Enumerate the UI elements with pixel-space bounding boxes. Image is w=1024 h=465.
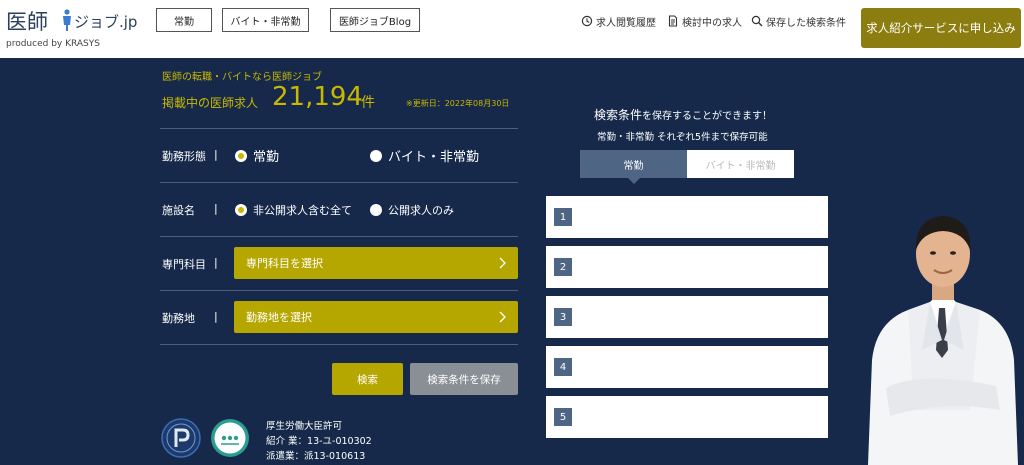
divider (160, 182, 518, 183)
nav-blog[interactable]: 医師ジョブBlog (330, 8, 420, 32)
license-line-1: 厚生労働大臣許可 (266, 421, 343, 432)
util-saved-search-link[interactable]: 保存した検索条件 (751, 14, 846, 29)
radio-dot (370, 149, 382, 162)
chevron-right-icon (499, 311, 506, 323)
doctor-photo (868, 216, 1018, 465)
specialty-select[interactable]: 専門科目を選択 (234, 247, 518, 279)
radio-fulltime[interactable]: 常勤 (235, 146, 279, 165)
search-section: 医師の転職・バイトなら医師ジョブ 掲載中の医師求人 21,194 件 ※更新日：… (0, 58, 1024, 465)
history-icon (581, 15, 593, 27)
divider (160, 290, 518, 291)
specialty-label: 専門科目 (162, 258, 206, 271)
separator: | (214, 202, 218, 215)
license-line-3: 派遣業：派13-010613 (266, 451, 366, 462)
slot-number: 4 (554, 358, 572, 376)
job-count-unit: 件 (361, 95, 375, 111)
site-logo[interactable]: 医師 ジョブ.jp produced by KRASYS (6, 6, 146, 50)
apply-service-button[interactable]: 求人紹介サービスに申し込み (861, 8, 1021, 48)
radio-parttime[interactable]: バイト・非常勤 (370, 146, 479, 165)
separator: | (214, 310, 218, 323)
radio-public-only-label: 公開求人のみ (388, 204, 454, 217)
util-saved-search-label: 保存した検索条件 (766, 17, 846, 29)
util-history-link[interactable]: 求人閲覧履歴 (581, 14, 656, 29)
logo-suffix: ジョブ.jp (74, 13, 138, 31)
chevron-right-icon (499, 257, 506, 269)
util-considering-link[interactable]: 検討中の求人 (667, 14, 742, 29)
util-considering-label: 検討中の求人 (682, 17, 742, 29)
document-icon (668, 15, 678, 27)
separator: | (214, 148, 218, 161)
nav-fulltime[interactable]: 常勤 (156, 8, 212, 32)
location-select[interactable]: 勤務地を選択 (234, 301, 518, 333)
saved-search-slot[interactable]: 4 (546, 346, 828, 388)
search-icon (751, 15, 763, 27)
save-panel-title-strong: 検索条件 (594, 108, 643, 122)
radio-dot (235, 149, 247, 162)
slot-number: 2 (554, 258, 572, 276)
site-header: 医師 ジョブ.jp produced by KRASYS 常勤 バイト・非常勤 … (0, 0, 1024, 58)
radio-all-jobs-label: 非公開求人含む全て (253, 204, 352, 217)
search-button[interactable]: 検索 (332, 363, 403, 395)
job-count-value: 21,194 (272, 82, 363, 112)
save-panel-subtitle: 常勤・非常勤 それぞれ5件まで保存可能 (597, 132, 768, 143)
divider (160, 344, 518, 345)
saved-search-slot[interactable]: 5 (546, 396, 828, 438)
certification-seal-icon (211, 419, 249, 457)
saved-search-slot[interactable]: 3 (546, 296, 828, 338)
util-history-label: 求人閲覧履歴 (596, 17, 656, 29)
radio-parttime-label: バイト・非常勤 (388, 150, 480, 165)
radio-dot (370, 204, 382, 216)
work-type-label: 勤務形態 (162, 150, 206, 163)
tab-parttime[interactable]: バイト・非常勤 (687, 150, 794, 178)
radio-public-only[interactable]: 公開求人のみ (370, 202, 454, 218)
divider (160, 236, 518, 237)
saved-search-slot[interactable]: 2 (546, 246, 828, 288)
slot-number: 3 (554, 308, 572, 326)
doctor-figure-icon (63, 9, 71, 31)
specialty-select-label: 専門科目を選択 (246, 257, 323, 270)
radio-dot (235, 204, 247, 216)
logo-tagline: produced by KRASYS (6, 39, 100, 49)
save-search-button[interactable]: 検索条件を保存 (410, 363, 518, 395)
radio-fulltime-label: 常勤 (253, 150, 280, 165)
updated-date: ※更新日：2022年08月30日 (406, 99, 510, 108)
slot-number: 5 (554, 408, 572, 426)
tab-fulltime[interactable]: 常勤 (580, 150, 687, 184)
facility-label: 施設名 (162, 204, 195, 217)
location-label: 勤務地 (162, 312, 195, 325)
save-panel-title: 検索条件を保存することができます！ (594, 106, 772, 123)
nav-parttime[interactable]: バイト・非常勤 (222, 8, 309, 32)
slot-number: 1 (554, 208, 572, 226)
save-panel-title-rest: を保存することができます！ (642, 111, 773, 122)
separator: | (214, 256, 218, 269)
divider (160, 128, 518, 129)
tagline: 医師の転職・バイトなら医師ジョブ (162, 72, 322, 83)
location-select-label: 勤務地を選択 (246, 311, 312, 324)
job-count-label: 掲載中の医師求人 (162, 96, 259, 110)
saved-search-slot[interactable]: 1 (546, 196, 828, 238)
license-line-2: 紹介 業：13-ユ-010302 (266, 436, 372, 447)
privacy-mark-icon (161, 418, 201, 458)
radio-all-jobs[interactable]: 非公開求人含む全て (235, 202, 352, 218)
logo-text: 医師 (6, 10, 48, 34)
